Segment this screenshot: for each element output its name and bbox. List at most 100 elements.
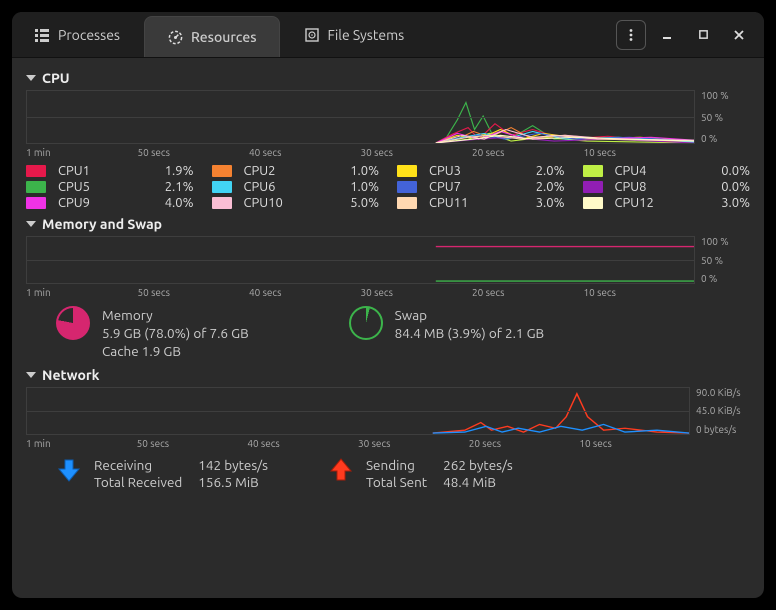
color-swatch [397,181,417,193]
section-header-network[interactable]: Network [26,367,750,383]
xtick: 10 secs [579,438,690,449]
memory-usage: 5.9 GB (78.0%) of 7.6 GB [102,324,249,342]
cpu-legend-item[interactable]: CPU40.0% [583,164,751,178]
section-header-memory[interactable]: Memory and Swap [26,216,750,232]
cpu-name: CPU1 [54,164,157,178]
memory-block: Memory 5.9 GB (78.0%) of 7.6 GB Cache 1.… [56,306,249,361]
send-label: Sending [366,457,427,473]
cpu-legend-item[interactable]: CPU1 1.9% [26,164,194,178]
section-title: Network [42,367,100,383]
tab-resources[interactable]: Resources [144,16,280,57]
expander-icon [26,75,36,81]
hamburger-menu-button[interactable] [616,20,646,50]
xtick: 20 secs [472,287,584,298]
ytick: 90.0 KiB/s [696,387,750,398]
cpu-graph [26,90,695,144]
memory-pie-icon [56,306,90,340]
color-swatch [26,181,46,193]
color-swatch [583,181,603,193]
cpu-value: 3.0% [721,196,750,210]
color-swatch [583,165,603,177]
tab-filesystems[interactable]: File Systems [282,12,427,57]
cpu-value: 0.0% [721,180,750,194]
xtick: 40 secs [249,147,361,158]
send-total-label: Total Sent [366,474,427,490]
gauge-icon [167,29,183,45]
recv-label: Receiving [94,457,182,473]
tab-bar: Processes Resources File Systems [12,12,616,57]
swap-usage: 84.4 MB (3.9%) of 2.1 GB [395,324,544,342]
cpu-name: CPU10 [240,196,343,210]
minimize-button[interactable] [652,20,682,50]
cpu-legend-item[interactable]: CPU123.0% [583,196,751,210]
cpu-value: 4.0% [165,196,194,210]
cpu-value: 5.0% [350,196,379,210]
xtick: 10 secs [584,287,696,298]
ytick: 0 % [701,133,750,144]
cpu-value: 1.9% [165,164,194,178]
recv-total: 156.5 MiB [198,474,268,490]
mem-yaxis: 100 % 50 % 0 % [695,236,750,284]
memory-cache: Cache 1.9 GB [102,342,249,360]
cpu-legend-item[interactable]: CPU9 4.0% [26,196,194,210]
cpu-value: 2.0% [536,164,565,178]
cpu-name: CPU5 [54,180,157,194]
disk-icon [304,27,320,43]
net-yaxis: 90.0 KiB/s 45.0 KiB/s 0 bytes/s [690,387,750,435]
cpu-name: CPU9 [54,196,157,210]
close-button[interactable] [724,20,754,50]
section-title: CPU [42,70,70,86]
cpu-legend-item[interactable]: CPU5 2.1% [26,180,194,194]
xtick: 20 secs [472,147,584,158]
xtick: 20 secs [469,438,580,449]
xtick: 50 secs [137,438,248,449]
cpu-name: CPU6 [240,180,343,194]
cpu-name: CPU2 [240,164,343,178]
tab-processes[interactable]: Processes [12,12,142,57]
receiving-block: Receiving 142 bytes/s Total Received 156… [56,457,268,490]
ytick: 50 % [701,112,750,123]
cpu-legend-item[interactable]: CPU32.0% [397,164,565,178]
sending-block: Sending 262 bytes/s Total Sent 48.4 MiB [328,457,513,490]
color-swatch [212,181,232,193]
expander-icon [26,372,36,378]
system-monitor-window: Processes Resources File Systems [12,12,764,598]
window-controls [616,12,764,57]
mem-xaxis: 1 min 50 secs 40 secs 30 secs 20 secs 10… [26,287,750,298]
ytick: 100 % [701,90,750,101]
cpu-legend-item[interactable]: CPU21.0% [212,164,380,178]
cpu-legend-item[interactable]: CPU10 5.0% [212,196,380,210]
cpu-legend-item[interactable]: CPU7 2.0% [397,180,565,194]
cpu-legend-item[interactable]: CPU6 1.0% [212,180,380,194]
section-title: Memory and Swap [42,216,162,232]
color-swatch [397,165,417,177]
xtick: 40 secs [249,287,361,298]
xtick: 1 min [26,438,137,449]
cpu-value: 2.0% [536,180,565,194]
cpu-name: CPU4 [611,164,714,178]
cpu-value: 1.0% [350,180,379,194]
color-swatch [26,197,46,209]
xtick: 30 secs [358,438,469,449]
color-swatch [397,197,417,209]
download-arrow-icon [56,457,82,483]
content-area: CPU [12,58,764,598]
cpu-value: 2.1% [165,180,194,194]
cpu-name: CPU8 [611,180,714,194]
network-graph [26,387,690,435]
upload-arrow-icon [328,457,354,483]
color-swatch [26,165,46,177]
send-total: 48.4 MiB [443,474,513,490]
section-header-cpu[interactable]: CPU [26,70,750,86]
cpu-name: CPU7 [425,180,528,194]
cpu-legend-item[interactable]: CPU113.0% [397,196,565,210]
ytick: 45.0 KiB/s [696,405,750,416]
tab-label: Resources [191,29,257,45]
expander-icon [26,221,36,227]
cpu-legend: CPU11.9%CPU21.0%CPU32.0%CPU40.0%CPU52.1%… [26,164,750,210]
recv-rate: 142 bytes/s [198,457,268,473]
cpu-legend-item[interactable]: CPU8 0.0% [583,180,751,194]
maximize-button[interactable] [688,20,718,50]
swap-block: Swap 84.4 MB (3.9%) of 2.1 GB [349,306,544,342]
cpu-xaxis: 1 min 50 secs 40 secs 30 secs 20 secs 10… [26,147,750,158]
